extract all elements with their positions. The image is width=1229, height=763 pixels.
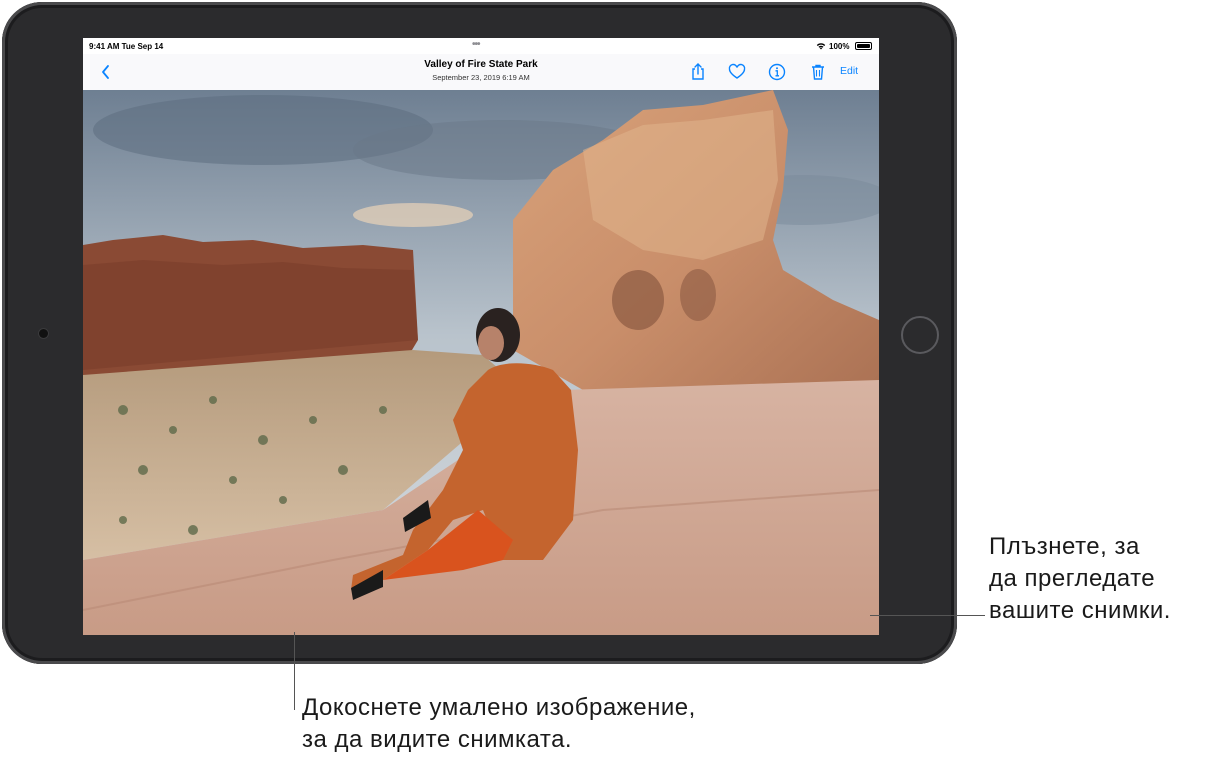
home-button[interactable] (901, 316, 939, 354)
status-time: 9:41 AM Tue Sep 14 (89, 42, 164, 51)
wifi-icon (816, 43, 826, 50)
trash-icon[interactable] (808, 62, 828, 82)
heart-icon[interactable] (727, 62, 747, 82)
info-icon[interactable] (767, 62, 787, 82)
swipe-callout-line-1: Плъзнете, за (989, 533, 1140, 560)
swipe-callout: Плъзнете, за да прегледате вашите снимки… (989, 531, 1171, 627)
photo-location-title: Valley of Fire State Park (424, 59, 538, 70)
main-photo[interactable] (83, 90, 879, 635)
battery-percent: 100% (829, 42, 850, 51)
photo-nav-bar: Valley of Fire State Park September 23, … (83, 54, 879, 91)
ipad-device: 9:41 AM Tue Sep 14 ••• 100% Valley of Fi… (2, 2, 957, 664)
multitasking-dots-icon[interactable]: ••• (472, 39, 480, 50)
status-bar: 9:41 AM Tue Sep 14 ••• 100% (83, 38, 879, 54)
swipe-callout-line (870, 615, 985, 616)
tap-callout-line-1: Докоснете умалено изображение, (302, 694, 696, 721)
share-icon[interactable] (688, 62, 708, 82)
tap-callout: Докоснете умалено изображение, за да вид… (302, 692, 696, 756)
battery-icon (855, 42, 872, 50)
photo-date: September 23, 2019 6:19 AM (432, 73, 530, 82)
tap-callout-line (294, 632, 295, 710)
tap-callout-line-2: за да видите снимката. (302, 726, 573, 753)
swipe-callout-line-3: вашите снимки. (989, 597, 1171, 624)
edit-button[interactable]: Edit (840, 65, 858, 77)
front-camera (39, 329, 48, 338)
photos-screen: 9:41 AM Tue Sep 14 ••• 100% Valley of Fi… (83, 38, 879, 635)
swipe-callout-line-2: да прегледате (989, 565, 1156, 592)
